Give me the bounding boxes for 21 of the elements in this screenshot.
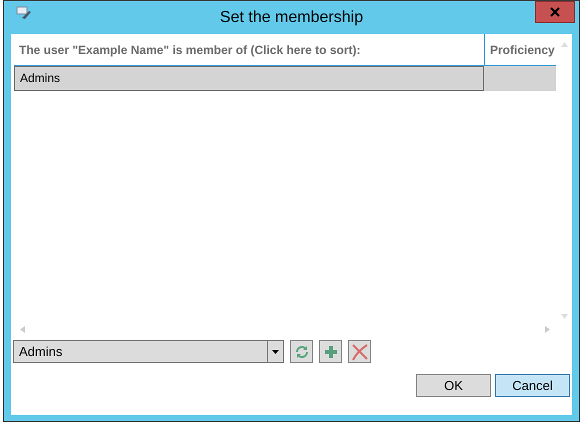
scroll-down-icon[interactable] xyxy=(560,314,568,319)
refresh-icon xyxy=(294,344,310,360)
scroll-up-icon[interactable] xyxy=(560,42,568,47)
add-button[interactable] xyxy=(319,340,342,363)
close-icon xyxy=(550,7,560,17)
column-header[interactable]: Proficiency xyxy=(484,34,553,65)
cross-icon xyxy=(350,342,368,360)
scroll-right-icon[interactable] xyxy=(545,326,550,332)
dialog-button[interactable]: OK xyxy=(416,374,491,397)
window-title: Set the membership xyxy=(220,8,364,28)
refresh-button[interactable] xyxy=(290,340,313,363)
dialog-button[interactable]: Cancel xyxy=(495,374,570,397)
scroll-left-icon[interactable] xyxy=(20,326,25,332)
column-header[interactable]: The user "Example Name" is member of (Click here to sort): xyxy=(14,34,484,65)
group-dropdown[interactable]: Admins xyxy=(13,340,284,363)
caret-icon xyxy=(272,350,279,354)
close-button[interactable] xyxy=(535,1,575,23)
remove-button[interactable] xyxy=(348,340,371,363)
window-app-icon xyxy=(16,6,32,20)
dropdown-value: Admins xyxy=(18,343,64,361)
plus-icon xyxy=(324,344,338,358)
